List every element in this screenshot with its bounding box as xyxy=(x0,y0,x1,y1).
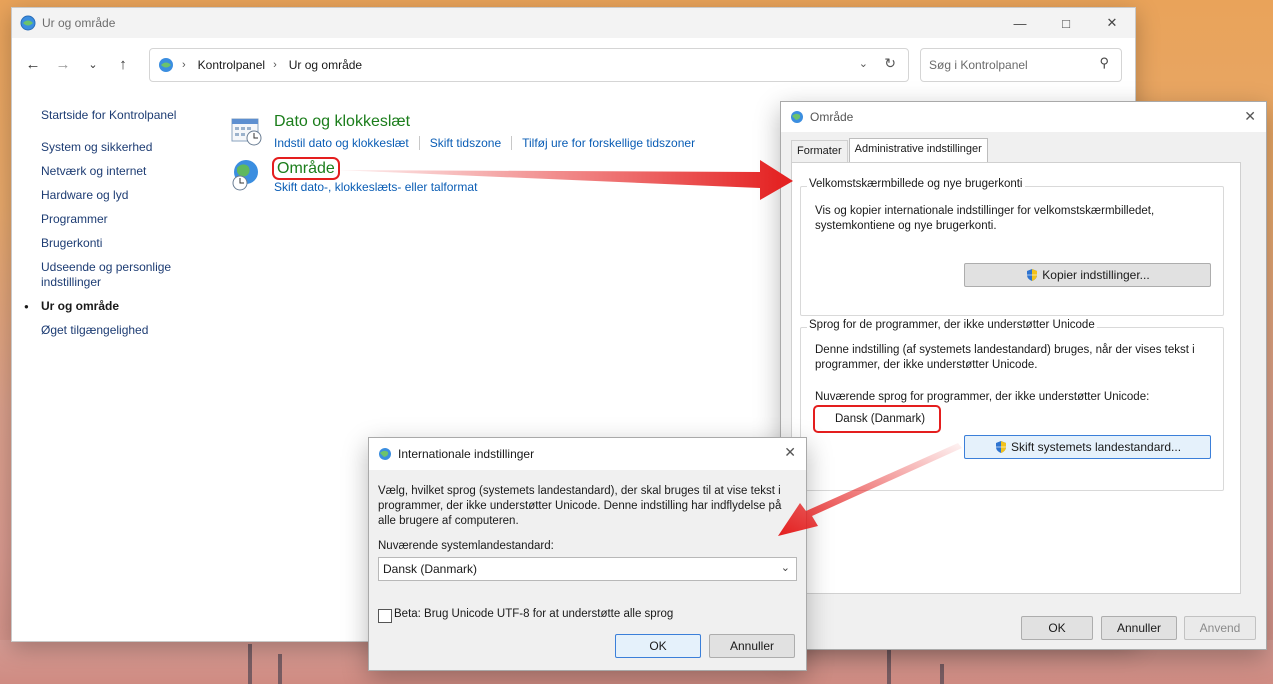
annotation-arrow-icon xyxy=(336,160,793,200)
annotation-overlay xyxy=(336,160,962,536)
annotation-arrow-icon xyxy=(778,443,962,536)
